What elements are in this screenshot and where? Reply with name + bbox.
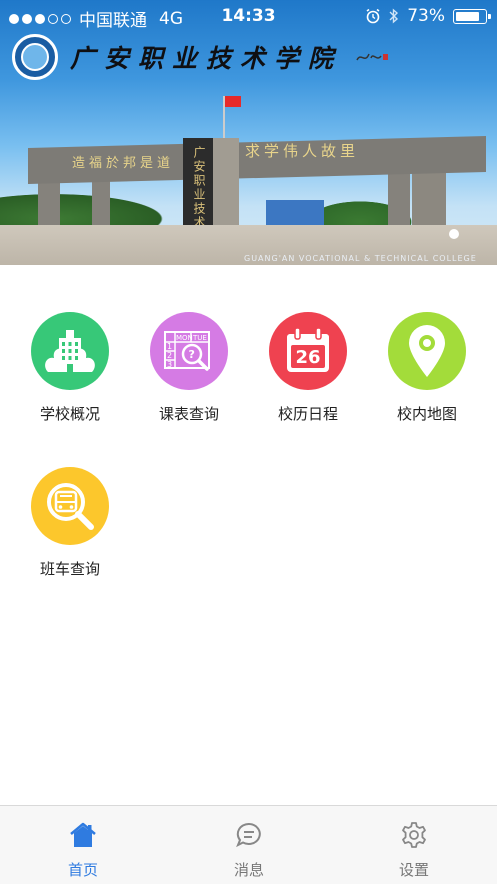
svg-text:?: ? — [189, 348, 195, 361]
banner-page-indicator[interactable] — [449, 229, 459, 239]
college-name: 广安职业技术学院 — [70, 44, 343, 73]
school-overview-tile[interactable]: 学校概况 — [10, 312, 130, 442]
flag — [225, 96, 241, 107]
gate-beam-text-right: 求学伟人故里 — [245, 142, 360, 160]
tab-settings[interactable]: 设置 — [331, 806, 497, 884]
battery-percent: 73% — [407, 6, 445, 26]
battery-icon — [453, 8, 491, 24]
tab-messages-label: 消息 — [233, 861, 264, 879]
tab-settings-label: 设置 — [398, 861, 429, 879]
shuttle-bus-query-tile[interactable]: 班车查询 — [10, 467, 130, 597]
campus-banner[interactable]: 造福於邦是道 求学伟人故里 广安职业技术学院 广安职业技术学院 GUANG'AN… — [0, 0, 497, 265]
timetable-tue-text: TUE — [192, 334, 207, 342]
timetable-query-label: 课表查询 — [158, 405, 219, 423]
gear-icon — [402, 822, 426, 848]
timetable-row-3-text: 3 — [167, 360, 172, 369]
tab-messages[interactable]: 消息 — [166, 806, 332, 884]
timetable-query-tile[interactable]: MON TUE 1 2 3 ? 课表查询 — [129, 312, 249, 442]
timetable-mon-text: MON — [176, 334, 193, 342]
bottom-tab-bar: 首页 消息 设置 — [0, 805, 497, 884]
status-bar: 中国联通 4G 14:33 73% — [0, 0, 497, 34]
gate-beam-text-left: 造福於邦是道 — [72, 156, 175, 171]
calendar-icon: 26 — [269, 312, 347, 390]
home-icon — [70, 822, 96, 847]
chat-bubble-icon — [236, 822, 261, 848]
campus-map-label: 校内地图 — [396, 405, 457, 423]
tab-home[interactable]: 首页 — [0, 806, 166, 884]
shuttle-bus-query-label: 班车查询 — [39, 560, 100, 578]
timetable-search-icon: MON TUE 1 2 3 ? — [150, 312, 228, 390]
college-logo — [12, 34, 58, 80]
college-header: 广安职业技术学院 — [12, 34, 342, 80]
tab-home-label: 首页 — [67, 861, 98, 879]
calligraphy-signature-icon — [356, 53, 388, 61]
map-pin-icon — [388, 312, 466, 390]
school-building-icon — [31, 312, 109, 390]
school-overview-label: 学校概况 — [39, 405, 100, 423]
timetable-row-2-text: 2 — [167, 351, 172, 360]
timetable-row-1-text: 1 — [167, 342, 172, 351]
calendar-day-text: 26 — [295, 347, 320, 368]
campus-map-tile[interactable]: 校内地图 — [367, 312, 487, 442]
bluetooth-icon — [389, 8, 399, 24]
banner-caption: GUANG'AN VOCATIONAL & TECHNICAL COLLEGE — [244, 254, 477, 263]
bus-search-icon — [31, 467, 109, 545]
school-calendar-tile[interactable]: 26 校历日程 — [248, 312, 368, 442]
alarm-clock-icon — [366, 8, 380, 24]
school-calendar-label: 校历日程 — [277, 405, 338, 423]
